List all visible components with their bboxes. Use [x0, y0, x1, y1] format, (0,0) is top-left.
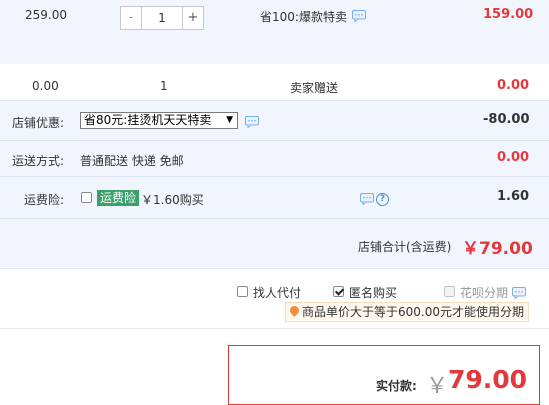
item-promo: 省100:爆款特卖 [260, 10, 347, 24]
installment-label: 花呗分期 [460, 286, 509, 300]
payment-amount: 79.00 [448, 365, 528, 394]
gift-unit-price: 0.00 [32, 79, 59, 93]
chat-icon[interactable] [352, 10, 366, 22]
divider [0, 218, 549, 219]
shop-total-amount: ￥79.00 [462, 239, 533, 259]
shop-discount-select[interactable]: 省80元:挂烫机天天特卖 ▼ [80, 112, 238, 129]
payment-label: 实付款: [376, 379, 417, 393]
proxy-pay-checkbox[interactable] [237, 286, 248, 297]
item-subtotal: 159.00 [483, 7, 534, 22]
insurance-amount: 1.60 [497, 189, 530, 204]
shop-discount-selected: 省80元:挂烫机天天特卖 [84, 113, 212, 127]
divider [0, 328, 549, 329]
insurance-price: ￥1.60购买 [141, 193, 204, 207]
dropdown-arrow-icon: ▼ [226, 115, 233, 125]
installment-hint: 商品单价大于等于600.00元才能使用分期 [285, 302, 529, 322]
item-unit-price: 259.00 [25, 8, 67, 22]
help-icon[interactable]: ? [376, 193, 389, 206]
installment-hint-text: 商品单价大于等于600.00元才能使用分期 [302, 305, 524, 319]
installment-checkbox[interactable] [444, 286, 455, 297]
gift-subtotal: 0.00 [497, 78, 530, 93]
anonymous-label[interactable]: 匿名购买 [349, 284, 397, 301]
shop-total-label: 店铺合计(含运费) [358, 240, 452, 254]
gift-quantity: 1 [160, 79, 168, 93]
payment-currency: ￥ [426, 374, 449, 399]
insurance-checkbox[interactable] [81, 192, 92, 203]
quantity-plus-button[interactable]: + [182, 7, 203, 29]
proxy-pay-label[interactable]: 找人代付 [253, 284, 301, 301]
shop-discount-amount: -80.00 [483, 112, 530, 127]
shipping-method: 普通配送 快递 免邮 [80, 154, 184, 168]
shipping-amount: 0.00 [497, 150, 530, 165]
shipping-label: 运送方式: [12, 154, 65, 168]
gift-label: 卖家赠送 [290, 81, 339, 95]
chat-icon[interactable] [360, 193, 374, 205]
divider [0, 268, 549, 269]
insurance-badge: 运费险 [97, 190, 140, 206]
divider [0, 176, 549, 177]
quantity-stepper[interactable]: - 1 + [120, 6, 204, 30]
shop-discount-label: 店铺优惠: [12, 116, 65, 130]
insurance-label: 运费险: [24, 193, 65, 207]
divider [0, 140, 549, 141]
anonymous-checkbox[interactable] [333, 286, 344, 297]
divider [0, 100, 549, 101]
chat-icon[interactable] [512, 287, 526, 299]
location-pin-icon [288, 304, 301, 317]
quantity-input[interactable]: 1 [142, 7, 182, 29]
quantity-minus-button[interactable]: - [121, 7, 142, 29]
chat-icon[interactable] [245, 116, 259, 128]
